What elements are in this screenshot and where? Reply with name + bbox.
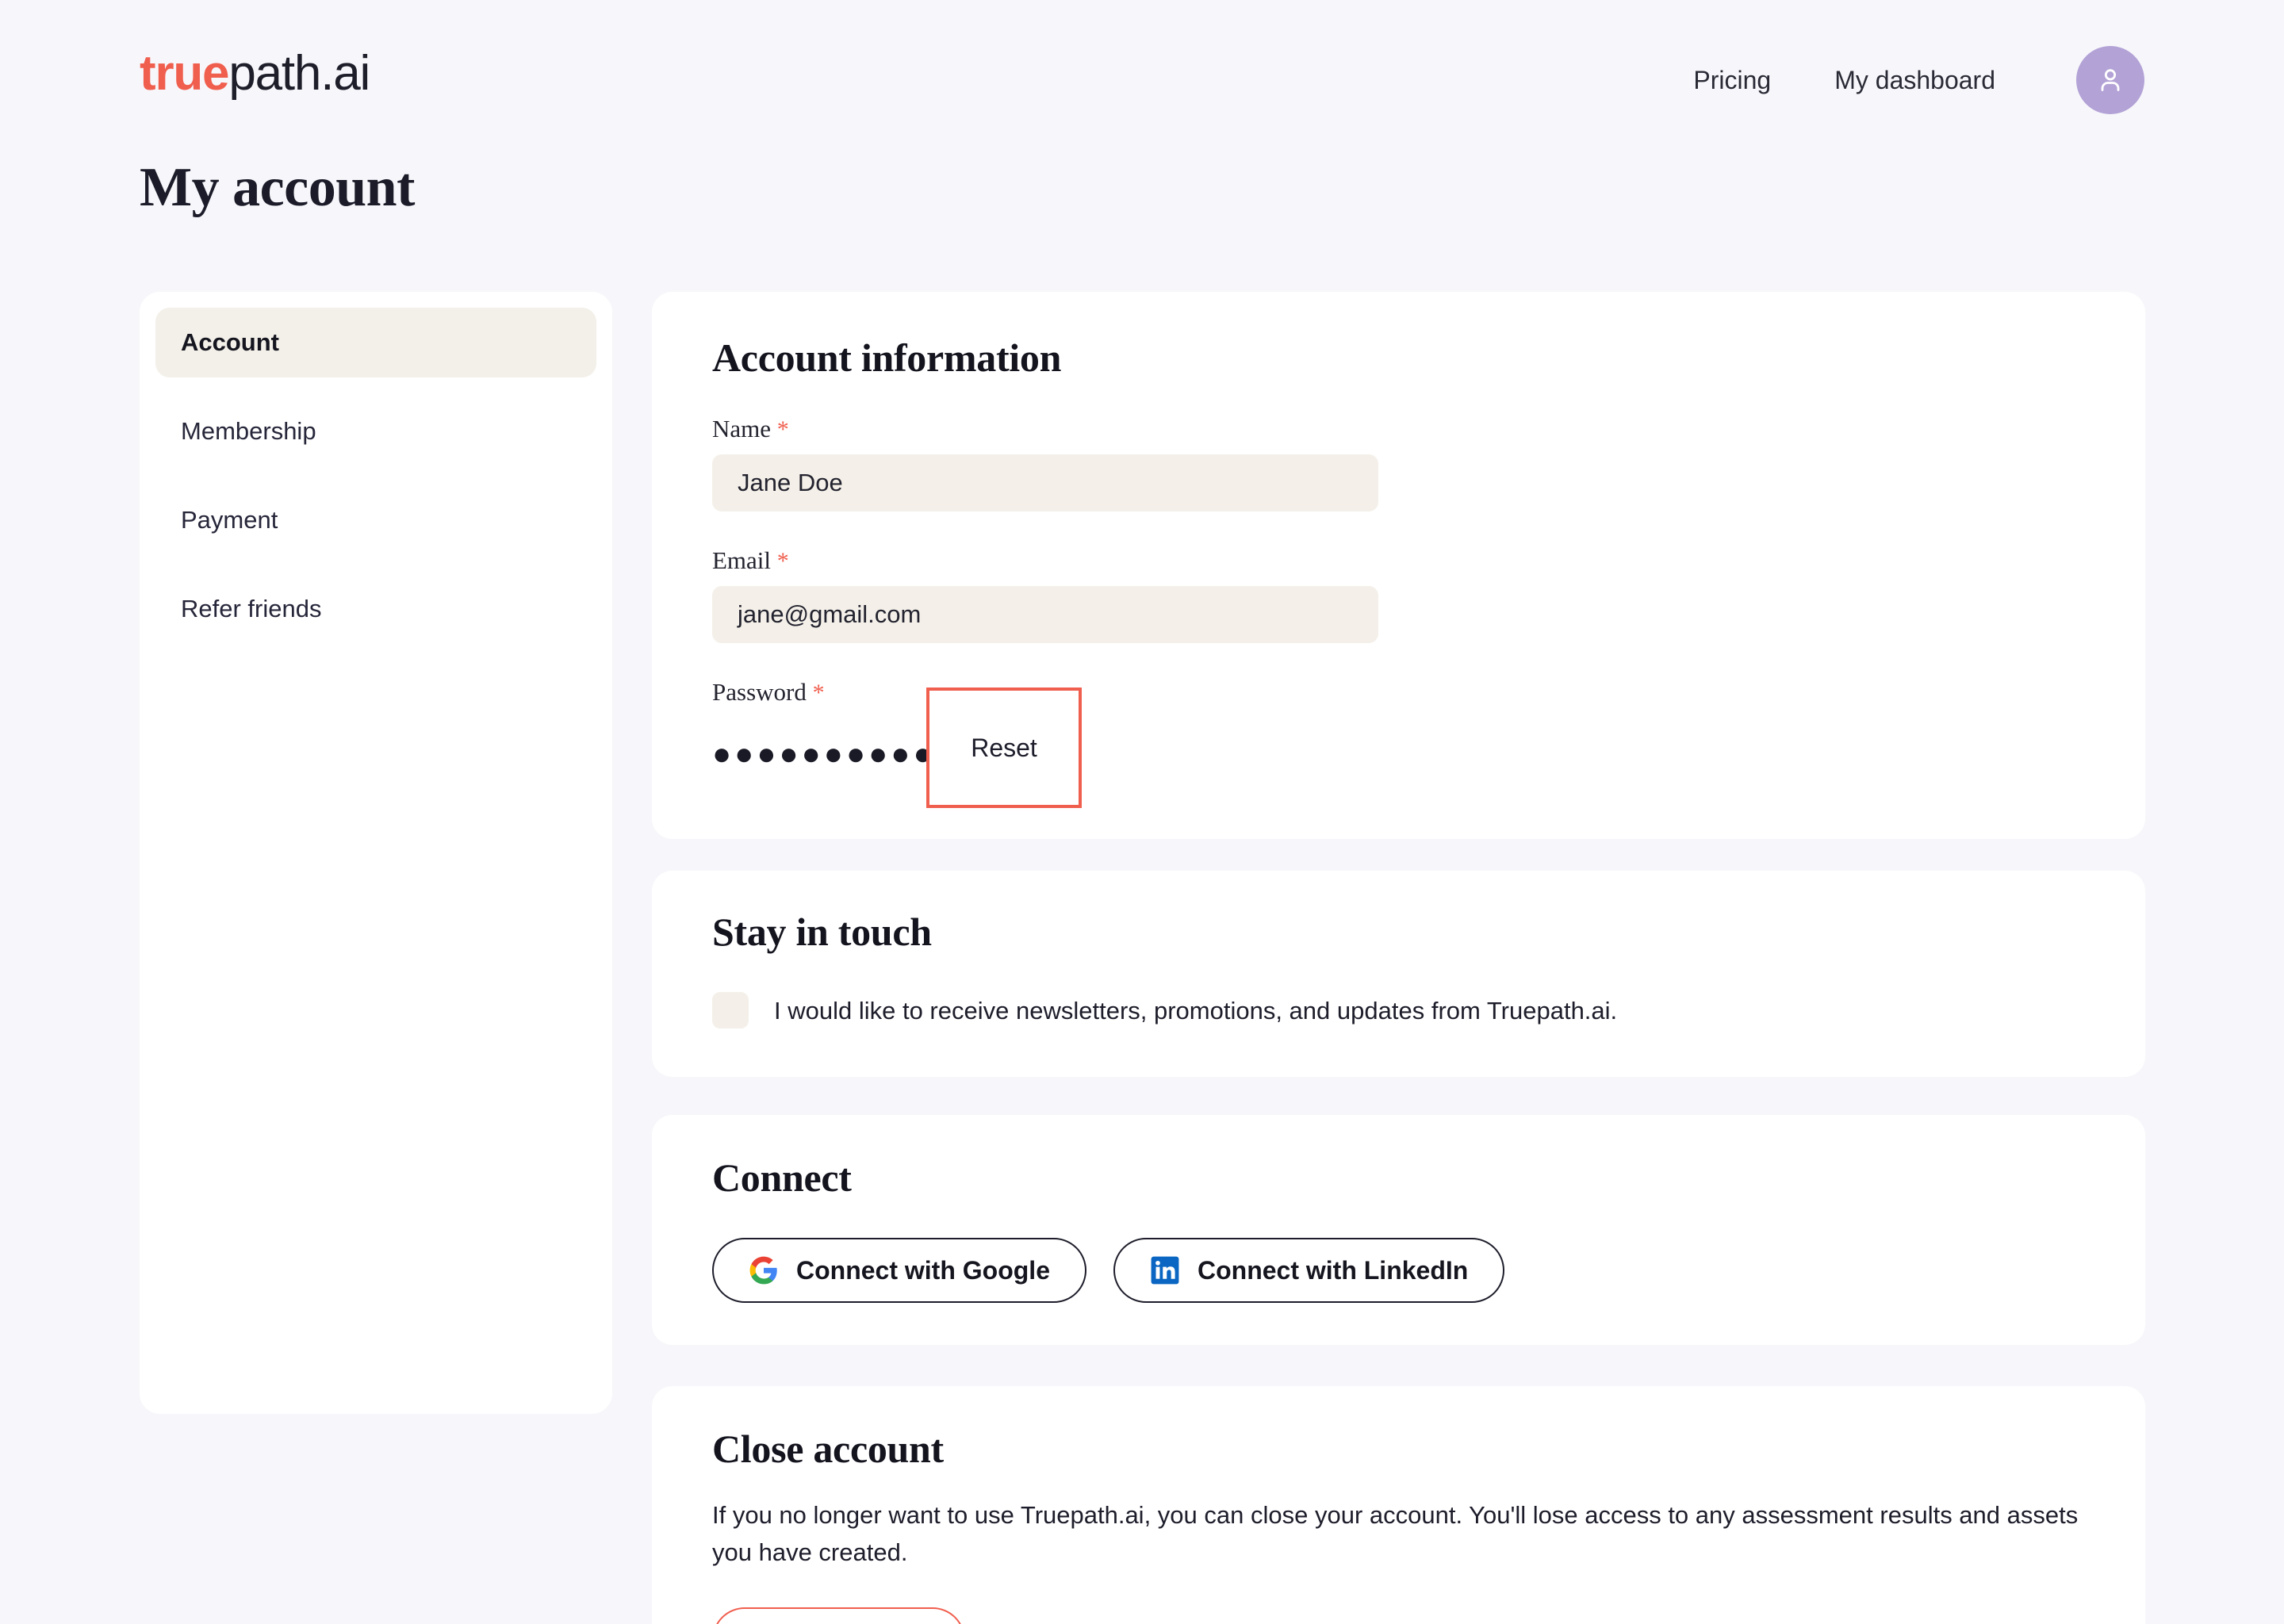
required-asterisk: *	[776, 548, 789, 574]
sidebar-item-label: Account	[181, 328, 279, 356]
sidebar-item-membership[interactable]: Membership	[155, 396, 596, 466]
settings-sidebar: Account Membership Payment Refer friends	[140, 292, 612, 1414]
sidebar-item-account[interactable]: Account	[155, 308, 596, 377]
connect-linkedin-button[interactable]: Connect with LinkedIn	[1113, 1238, 1505, 1303]
password-field-group: Password * ●●●●●●●●●●●●●●●● Reset	[712, 680, 2085, 808]
account-settings-page: truepath.ai Pricing My dashboard My acco…	[0, 0, 2284, 1624]
close-account-description: If you no longer want to use Truepath.ai…	[712, 1501, 2079, 1567]
close-account-title: Close account	[712, 1427, 944, 1471]
password-row: ●●●●●●●●●●●●●●●● Reset	[712, 688, 2085, 808]
stay-in-touch-title: Stay in touch	[712, 910, 932, 954]
password-label-text: Password	[712, 678, 807, 706]
account-information-card: Account information Name * Jane Doe Emai…	[652, 292, 2145, 839]
connect-title: Connect	[712, 1155, 852, 1200]
name-label-text: Name	[712, 415, 772, 442]
required-asterisk: *	[776, 416, 789, 442]
account-information-title: Account information	[712, 335, 1062, 380]
connect-linkedin-label: Connect with LinkedIn	[1197, 1256, 1469, 1285]
close-account-button[interactable]: Close account	[712, 1607, 965, 1624]
page-title: My account	[140, 157, 415, 218]
email-label-text: Email	[712, 546, 772, 574]
google-icon	[749, 1256, 777, 1285]
email-label: Email *	[712, 548, 2085, 573]
linkedin-icon	[1151, 1256, 1179, 1285]
reset-password-label: Reset	[971, 733, 1037, 762]
newsletter-checkbox-label: I would like to receive newsletters, pro…	[774, 996, 1618, 1025]
sidebar-item-label: Refer friends	[181, 595, 322, 622]
email-input-value: jane@gmail.com	[738, 600, 922, 628]
email-field-group: Email * jane@gmail.com	[712, 548, 2085, 643]
connect-google-button[interactable]: Connect with Google	[712, 1238, 1086, 1303]
stay-in-touch-card: Stay in touch I would like to receive ne…	[652, 871, 2145, 1077]
required-asterisk: *	[812, 680, 825, 706]
brand-logo[interactable]: truepath.ai	[140, 49, 370, 98]
close-account-card: Close account If you no longer want to u…	[652, 1386, 2145, 1624]
close-account-actions: Close account Data deletion request	[712, 1607, 2085, 1624]
sidebar-item-refer-friends[interactable]: Refer friends	[155, 574, 596, 644]
connect-google-label: Connect with Google	[796, 1256, 1050, 1285]
avatar[interactable]	[2076, 46, 2144, 114]
password-label: Password *	[712, 680, 2085, 705]
email-input[interactable]: jane@gmail.com	[712, 586, 1378, 643]
name-label: Name *	[712, 416, 2085, 442]
sidebar-item-label: Payment	[181, 506, 278, 534]
name-input-value: Jane Doe	[738, 469, 843, 496]
logo-accent-text: true	[140, 46, 230, 101]
sidebar-item-label: Membership	[181, 417, 316, 445]
user-icon	[2101, 69, 2120, 91]
nav-item-pricing[interactable]: Pricing	[1693, 67, 1771, 93]
name-field-group: Name * Jane Doe	[712, 416, 2085, 511]
reset-password-button[interactable]: Reset	[926, 688, 1082, 808]
logo-rest-text: path.ai	[228, 46, 370, 101]
primary-nav: Pricing My dashboard	[1693, 46, 2144, 114]
connect-button-row: Connect with Google Connect with LinkedI…	[712, 1238, 2085, 1303]
connect-card: Connect Connect with Google Connect with…	[652, 1115, 2145, 1345]
nav-item-my-dashboard[interactable]: My dashboard	[1834, 67, 1995, 93]
name-input[interactable]: Jane Doe	[712, 454, 1378, 511]
site-header: truepath.ai Pricing My dashboard	[0, 0, 2284, 159]
sidebar-item-payment[interactable]: Payment	[155, 485, 596, 555]
newsletter-opt-in-row: I would like to receive newsletters, pro…	[712, 992, 2085, 1028]
newsletter-checkbox[interactable]	[712, 992, 749, 1028]
